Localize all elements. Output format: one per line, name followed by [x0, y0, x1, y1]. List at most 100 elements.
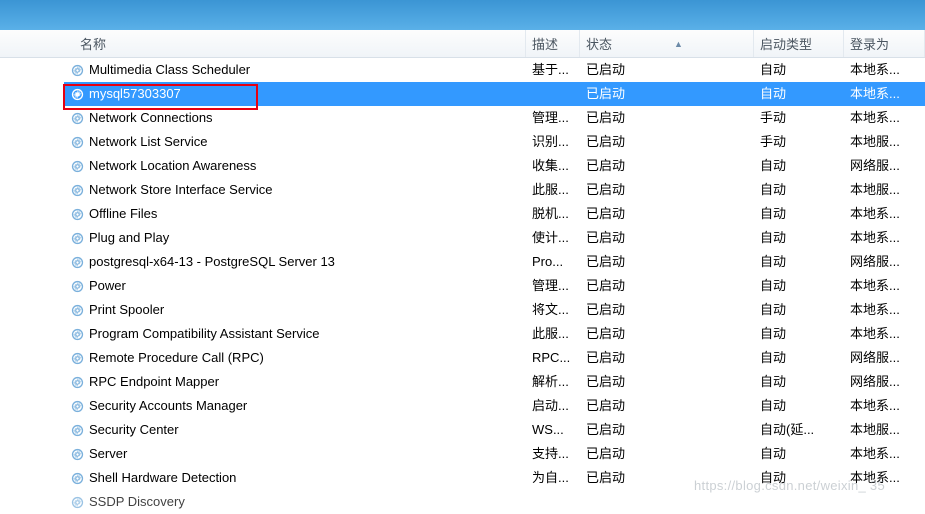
- service-name: Plug and Play: [89, 226, 169, 250]
- service-name: Network Connections: [89, 106, 213, 130]
- service-name: RPC Endpoint Mapper: [89, 370, 219, 394]
- service-gear-icon: [70, 183, 85, 198]
- column-header-description[interactable]: 描述: [526, 30, 580, 57]
- column-header-logon[interactable]: 登录为: [844, 30, 925, 57]
- service-status: 已启动: [580, 370, 754, 394]
- service-gear-icon: [70, 159, 85, 174]
- service-status: 已启动: [580, 58, 754, 82]
- service-startup-type: 自动: [754, 274, 844, 298]
- service-status: 已启动: [580, 394, 754, 418]
- service-logon-as: 网络服...: [844, 154, 925, 178]
- service-name: mysql57303307: [89, 82, 181, 106]
- service-description: 为自...: [526, 466, 580, 490]
- service-description: 识别...: [526, 130, 580, 154]
- service-name: Power: [89, 274, 126, 298]
- service-logon-as: 本地服...: [844, 178, 925, 202]
- service-row[interactable]: Shell Hardware Detection 为自... 已启动 自动 本地…: [64, 466, 925, 490]
- service-status: 已启动: [580, 226, 754, 250]
- service-row[interactable]: Program Compatibility Assistant Service …: [64, 322, 925, 346]
- service-description: 收集...: [526, 154, 580, 178]
- service-row[interactable]: Plug and Play 使计... 已启动 自动 本地系...: [64, 226, 925, 250]
- service-row[interactable]: Print Spooler 将文... 已启动 自动 本地系...: [64, 298, 925, 322]
- service-row[interactable]: Security Accounts Manager 启动... 已启动 自动 本…: [64, 394, 925, 418]
- service-startup-type: 自动: [754, 250, 844, 274]
- service-status: 已启动: [580, 298, 754, 322]
- service-name: Print Spooler: [89, 298, 164, 322]
- service-description: 使计...: [526, 226, 580, 250]
- service-description: 脱机...: [526, 202, 580, 226]
- service-name: Shell Hardware Detection: [89, 466, 236, 490]
- service-logon-as: 本地服...: [844, 130, 925, 154]
- service-row[interactable]: postgresql-x64-13 - PostgreSQL Server 13…: [64, 250, 925, 274]
- service-startup-type: 自动: [754, 58, 844, 82]
- service-description: RPC...: [526, 346, 580, 370]
- services-list: Multimedia Class Scheduler 基于... 已启动 自动 …: [0, 58, 925, 514]
- service-description: 启动...: [526, 394, 580, 418]
- service-logon-as: 本地系...: [844, 466, 925, 490]
- service-gear-icon: [70, 423, 85, 438]
- service-name: Security Accounts Manager: [89, 394, 247, 418]
- service-row[interactable]: SSDP Discovery: [64, 490, 925, 514]
- service-startup-type: 自动: [754, 202, 844, 226]
- service-logon-as: 网络服...: [844, 346, 925, 370]
- service-description: 基于...: [526, 58, 580, 82]
- service-logon-as: 本地系...: [844, 274, 925, 298]
- service-row[interactable]: Server 支持... 已启动 自动 本地系...: [64, 442, 925, 466]
- service-description: 将文...: [526, 298, 580, 322]
- service-row[interactable]: Power 管理... 已启动 自动 本地系...: [64, 274, 925, 298]
- service-gear-icon: [70, 279, 85, 294]
- service-row[interactable]: RPC Endpoint Mapper 解析... 已启动 自动 网络服...: [64, 370, 925, 394]
- service-startup-type: 自动: [754, 442, 844, 466]
- column-header-startup[interactable]: 启动类型: [754, 30, 844, 57]
- service-gear-icon: [70, 111, 85, 126]
- column-header-status-label: 状态: [586, 34, 612, 53]
- service-startup-type: 自动: [754, 226, 844, 250]
- service-row[interactable]: Offline Files 脱机... 已启动 自动 本地系...: [64, 202, 925, 226]
- service-row[interactable]: Remote Procedure Call (RPC) RPC... 已启动 自…: [64, 346, 925, 370]
- column-header-row: 名称 描述 状态 ▲ 启动类型 登录为: [0, 30, 925, 58]
- service-startup-type: 自动: [754, 154, 844, 178]
- service-description: 此服...: [526, 178, 580, 202]
- service-gear-icon: [70, 375, 85, 390]
- service-name: Security Center: [89, 418, 179, 442]
- service-status: 已启动: [580, 250, 754, 274]
- service-row[interactable]: mysql57303307 已启动 自动 本地系...: [64, 82, 925, 106]
- service-row[interactable]: Security Center WS... 已启动 自动(延... 本地服...: [64, 418, 925, 442]
- service-name: Program Compatibility Assistant Service: [89, 322, 319, 346]
- service-startup-type: 自动(延...: [754, 418, 844, 442]
- service-gear-icon: [70, 399, 85, 414]
- service-logon-as: 本地服...: [844, 418, 925, 442]
- service-description: 管理...: [526, 106, 580, 130]
- column-header-name[interactable]: 名称: [74, 30, 526, 57]
- service-logon-as: 网络服...: [844, 250, 925, 274]
- service-gear-icon: [70, 327, 85, 342]
- service-gear-icon: [70, 207, 85, 222]
- service-startup-type: 手动: [754, 130, 844, 154]
- service-gear-icon: [70, 495, 85, 510]
- service-startup-type: 手动: [754, 106, 844, 130]
- service-row[interactable]: Network List Service 识别... 已启动 手动 本地服...: [64, 130, 925, 154]
- service-gear-icon: [70, 447, 85, 462]
- column-header-status[interactable]: 状态 ▲: [580, 30, 754, 57]
- service-startup-type: 自动: [754, 82, 844, 106]
- service-logon-as: 本地系...: [844, 322, 925, 346]
- service-logon-as: 本地系...: [844, 298, 925, 322]
- service-row[interactable]: Network Location Awareness 收集... 已启动 自动 …: [64, 154, 925, 178]
- service-name: postgresql-x64-13 - PostgreSQL Server 13: [89, 250, 335, 274]
- service-startup-type: 自动: [754, 394, 844, 418]
- service-row[interactable]: Multimedia Class Scheduler 基于... 已启动 自动 …: [64, 58, 925, 82]
- service-name: Multimedia Class Scheduler: [89, 58, 250, 82]
- service-status: 已启动: [580, 82, 754, 106]
- service-gear-icon: [70, 351, 85, 366]
- service-name: Server: [89, 442, 127, 466]
- service-status: 已启动: [580, 346, 754, 370]
- service-name: SSDP Discovery: [89, 490, 185, 514]
- service-logon-as: 本地系...: [844, 58, 925, 82]
- service-status: 已启动: [580, 154, 754, 178]
- service-row[interactable]: Network Connections 管理... 已启动 手动 本地系...: [64, 106, 925, 130]
- service-startup-type: 自动: [754, 298, 844, 322]
- service-name: Network Store Interface Service: [89, 178, 273, 202]
- service-row[interactable]: Network Store Interface Service 此服... 已启…: [64, 178, 925, 202]
- service-startup-type: 自动: [754, 178, 844, 202]
- service-gear-icon: [70, 255, 85, 270]
